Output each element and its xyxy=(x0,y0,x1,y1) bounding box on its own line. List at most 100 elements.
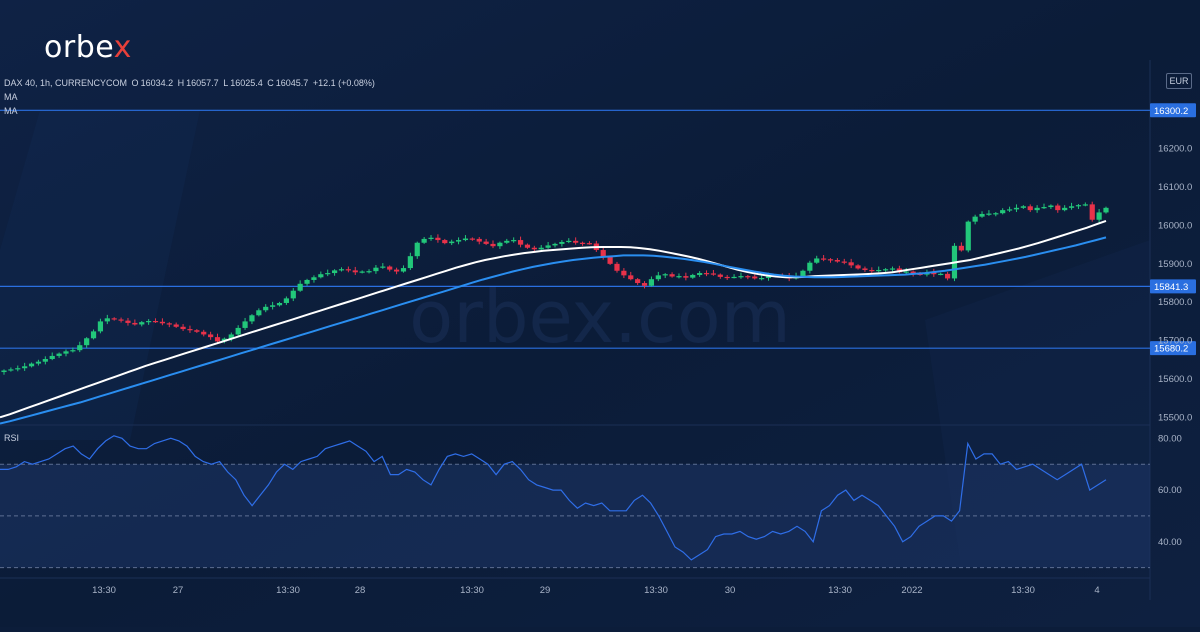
candle-body[interactable] xyxy=(49,355,55,360)
candle-body[interactable] xyxy=(8,369,14,371)
candle-body[interactable] xyxy=(400,268,407,272)
candle-body[interactable] xyxy=(1075,205,1082,207)
candle-body[interactable] xyxy=(1068,206,1075,208)
candle-body[interactable] xyxy=(249,315,255,322)
candle-body[interactable] xyxy=(993,213,999,215)
candle-body[interactable] xyxy=(476,238,482,242)
candle-body[interactable] xyxy=(834,260,840,262)
candle-body[interactable] xyxy=(1089,204,1095,220)
indicator-ma-2[interactable]: MA xyxy=(4,106,18,116)
candle-body[interactable] xyxy=(338,269,345,271)
candle-body[interactable] xyxy=(42,359,48,362)
candle-body[interactable] xyxy=(841,261,847,263)
candle-body[interactable] xyxy=(566,240,572,243)
candle-body[interactable] xyxy=(125,320,131,323)
candle-body[interactable] xyxy=(297,283,303,291)
candle-body[interactable] xyxy=(483,241,489,244)
candle-body[interactable] xyxy=(166,323,172,325)
candle-body[interactable] xyxy=(187,329,193,331)
candle-body[interactable] xyxy=(311,277,317,280)
candle-body[interactable] xyxy=(35,361,42,364)
candle-body[interactable] xyxy=(903,271,909,273)
candle-body[interactable] xyxy=(173,324,179,327)
candle-body[interactable] xyxy=(139,322,145,325)
candle-body[interactable] xyxy=(807,262,813,271)
candle-body[interactable] xyxy=(393,269,400,272)
candle-body[interactable] xyxy=(180,326,186,330)
candle-body[interactable] xyxy=(304,279,310,284)
candle-body[interactable] xyxy=(1020,206,1026,208)
candle-body[interactable] xyxy=(862,268,868,270)
candle-body[interactable] xyxy=(435,237,441,241)
chart-canvas[interactable]: 16300.215841.315680.2 15500.015600.01570… xyxy=(0,0,1200,627)
candle-body[interactable] xyxy=(97,321,104,332)
candle-body[interactable] xyxy=(1062,207,1068,211)
candle-body[interactable] xyxy=(497,242,503,247)
candle-body[interactable] xyxy=(1013,207,1020,210)
candle-body[interactable] xyxy=(944,273,951,279)
candle-body[interactable] xyxy=(387,266,393,270)
candle-body[interactable] xyxy=(414,242,420,257)
candle-body[interactable] xyxy=(889,268,896,270)
candle-body[interactable] xyxy=(1096,212,1102,220)
candle-body[interactable] xyxy=(270,305,276,307)
candle-body[interactable] xyxy=(77,345,83,351)
candle-body[interactable] xyxy=(490,243,496,247)
candle-body[interactable] xyxy=(1027,206,1033,211)
candle-body[interactable] xyxy=(462,238,469,241)
candle-body[interactable] xyxy=(848,262,854,266)
candle-body[interactable] xyxy=(800,270,806,277)
rsi-label[interactable]: RSI xyxy=(4,433,19,443)
candle-body[interactable] xyxy=(1000,210,1006,214)
candle-body[interactable] xyxy=(855,265,861,269)
candle-body[interactable] xyxy=(290,290,296,299)
candle-body[interactable] xyxy=(70,350,76,352)
candle-body[interactable] xyxy=(827,259,834,261)
candle-body[interactable] xyxy=(318,274,324,278)
currency-label[interactable]: EUR xyxy=(1166,73,1192,89)
candle-body[interactable] xyxy=(332,270,338,274)
candle-body[interactable] xyxy=(132,322,138,325)
candle-body[interactable] xyxy=(517,240,524,245)
candle-body[interactable] xyxy=(524,244,531,248)
candle-body[interactable] xyxy=(1034,207,1040,211)
candle-body[interactable] xyxy=(104,318,110,322)
candle-body[interactable] xyxy=(876,269,882,272)
candle-body[interactable] xyxy=(235,327,241,335)
candle-body[interactable] xyxy=(325,273,331,275)
candle-body[interactable] xyxy=(442,240,448,244)
candle-body[interactable] xyxy=(579,242,586,244)
candle-body[interactable] xyxy=(1055,205,1061,211)
candle-body[interactable] xyxy=(214,337,221,342)
candle-body[interactable] xyxy=(573,240,579,243)
candle-body[interactable] xyxy=(84,338,90,346)
candle-body[interactable] xyxy=(118,319,124,321)
candle-body[interactable] xyxy=(986,213,992,215)
candle-body[interactable] xyxy=(1041,207,1047,209)
candle-body[interactable] xyxy=(90,331,97,339)
candle-body[interactable] xyxy=(111,318,117,320)
candle-body[interactable] xyxy=(821,258,827,260)
candle-body[interactable] xyxy=(359,271,365,273)
candle-body[interactable] xyxy=(263,306,269,311)
candle-body[interactable] xyxy=(28,363,35,367)
candle-body[interactable] xyxy=(958,245,964,251)
candle-body[interactable] xyxy=(938,273,944,276)
candle-body[interactable] xyxy=(538,247,544,250)
candle-body[interactable] xyxy=(283,298,289,303)
candle-body[interactable] xyxy=(531,247,537,250)
candle-body[interactable] xyxy=(1006,209,1013,211)
candle-body[interactable] xyxy=(1048,205,1054,208)
candle-body[interactable] xyxy=(242,321,248,328)
candle-body[interactable] xyxy=(15,368,21,370)
candle-body[interactable] xyxy=(159,321,166,324)
indicator-ma-1[interactable]: MA xyxy=(4,92,18,102)
candle-body[interactable] xyxy=(883,269,889,271)
candle-body[interactable] xyxy=(366,271,372,273)
candle-body[interactable] xyxy=(559,241,565,244)
candle-body[interactable] xyxy=(146,321,152,323)
candle-body[interactable] xyxy=(979,213,985,217)
candle-body[interactable] xyxy=(586,243,593,245)
candle-body[interactable] xyxy=(504,240,510,243)
candle-body[interactable] xyxy=(152,321,159,323)
